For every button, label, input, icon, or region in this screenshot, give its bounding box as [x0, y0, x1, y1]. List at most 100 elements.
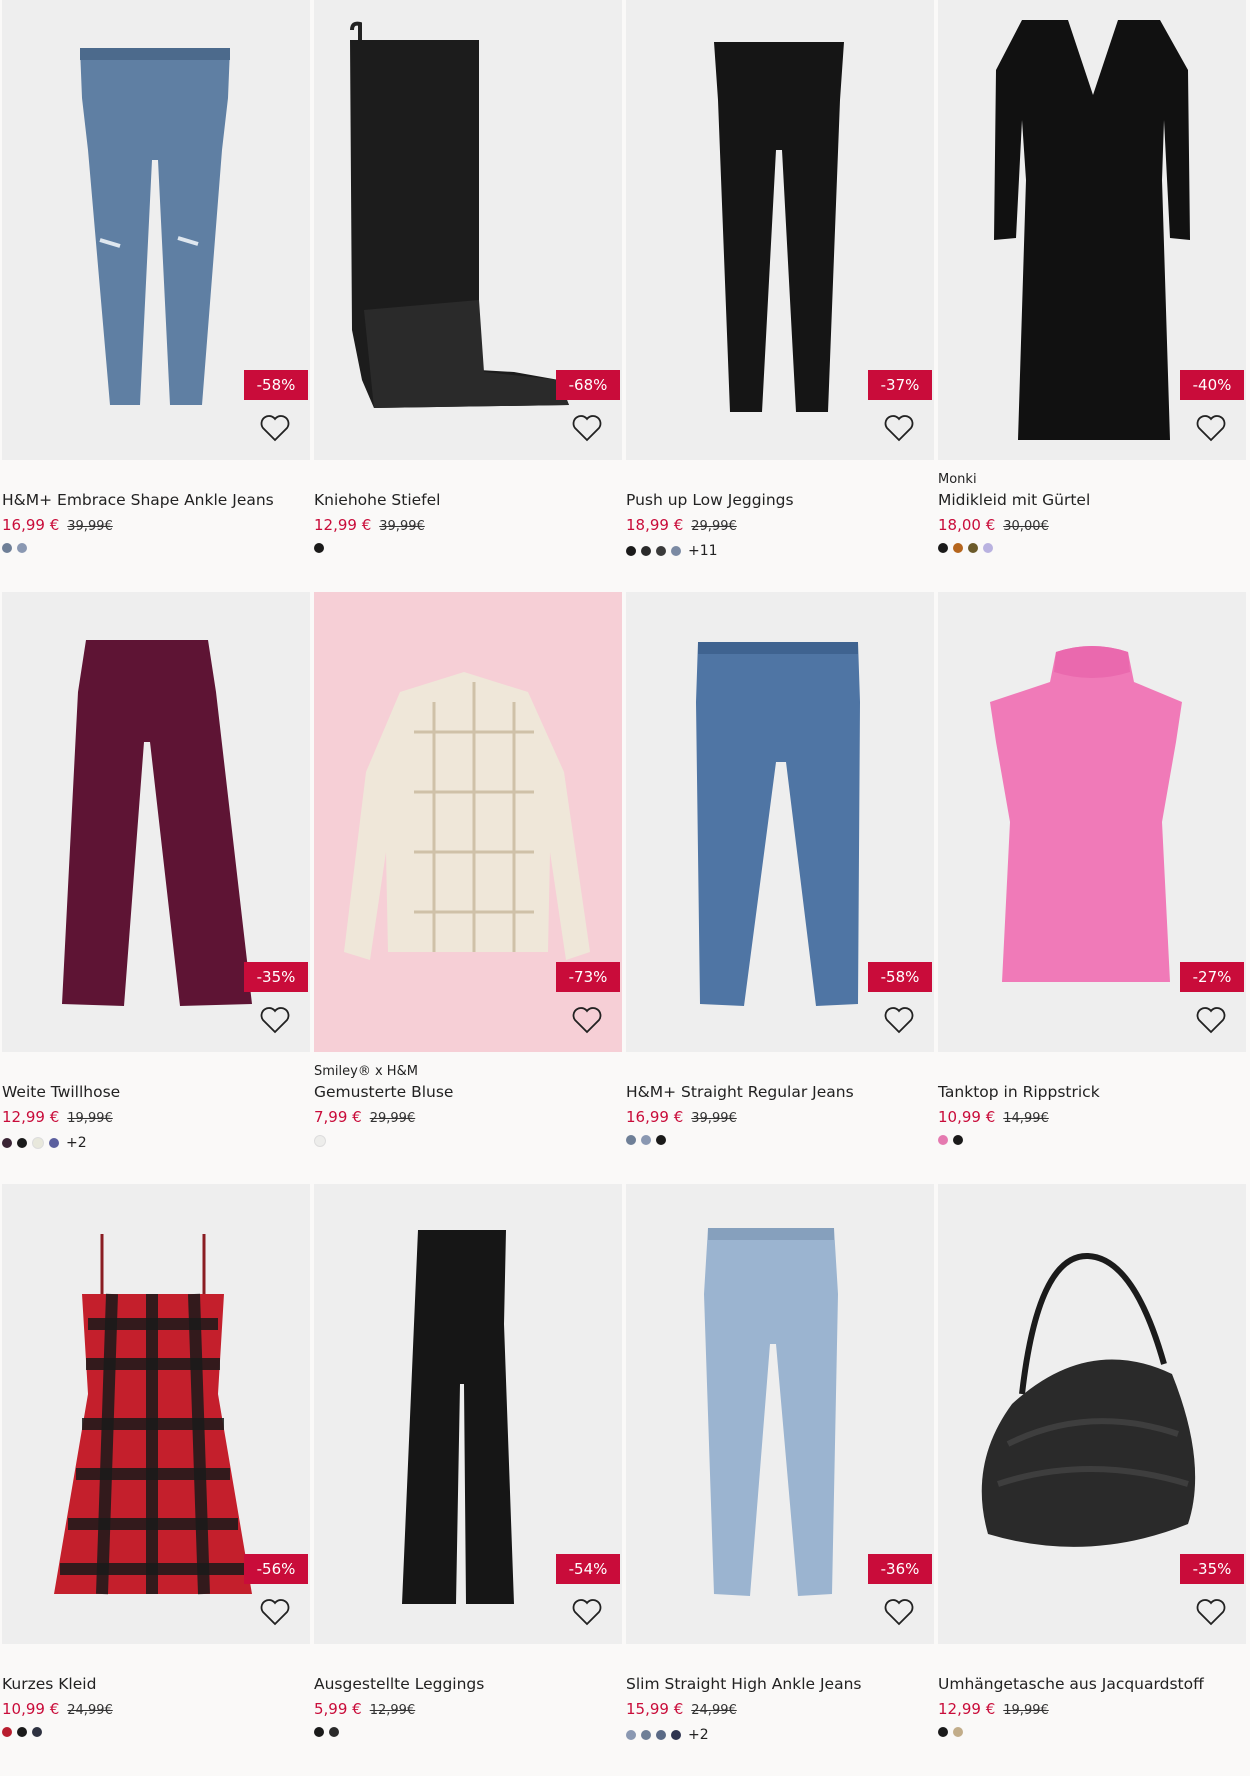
favorite-heart-icon[interactable]	[572, 414, 602, 442]
product-card[interactable]: -35% Umhängetasche aus Jacquardstoff 12,…	[938, 1184, 1246, 1776]
product-card[interactable]: -54% Ausgestellte Leggings 5,99 € 12,99€	[314, 1184, 622, 1776]
favorite-heart-icon[interactable]	[572, 1006, 602, 1034]
color-swatch[interactable]	[983, 543, 993, 553]
product-card[interactable]: -73% Smiley® x H&M Gemusterte Bluse 7,99…	[314, 592, 622, 1184]
favorite-heart-icon[interactable]	[884, 414, 914, 442]
product-title[interactable]: Weite Twillhose	[2, 1083, 120, 1101]
color-swatch[interactable]	[626, 1730, 636, 1740]
color-swatch[interactable]	[314, 1135, 326, 1147]
product-info: Kurzes Kleid 10,99 € 24,99€	[2, 1644, 310, 1776]
product-card[interactable]: -58% H&M+ Embrace Shape Ankle Jeans 16,9…	[2, 0, 310, 592]
color-swatch[interactable]	[49, 1138, 59, 1148]
price-row: 5,99 € 12,99€	[314, 1700, 415, 1718]
color-swatch[interactable]	[2, 1138, 12, 1148]
favorite-heart-icon[interactable]	[572, 1598, 602, 1626]
discount-badge: -54%	[556, 1554, 620, 1584]
product-image[interactable]: -37%	[626, 0, 934, 460]
color-swatch[interactable]	[938, 1727, 948, 1737]
product-image[interactable]: -40%	[938, 0, 1246, 460]
color-swatch[interactable]	[17, 1727, 27, 1737]
color-swatch[interactable]	[626, 1135, 636, 1145]
product-card[interactable]: -58% H&M+ Straight Regular Jeans 16,99 €…	[626, 592, 934, 1184]
product-image[interactable]: -58%	[626, 592, 934, 1052]
more-colors-count[interactable]: +2	[688, 1727, 709, 1743]
color-swatch[interactable]	[17, 543, 27, 553]
sale-price: 10,99 €	[2, 1700, 60, 1718]
product-image[interactable]: -73%	[314, 592, 622, 1052]
favorite-heart-icon[interactable]	[1196, 414, 1226, 442]
product-card[interactable]: -35% Weite Twillhose 12,99 € 19,99€ +2	[2, 592, 310, 1184]
color-swatch[interactable]	[671, 1730, 681, 1740]
product-title[interactable]: Push up Low Jeggings	[626, 491, 794, 509]
product-grid: -58% H&M+ Embrace Shape Ankle Jeans 16,9…	[0, 0, 1250, 1773]
color-swatch[interactable]	[938, 1135, 948, 1145]
product-image[interactable]: -27%	[938, 592, 1246, 1052]
more-colors-count[interactable]: +11	[688, 543, 718, 559]
product-image[interactable]: -36%	[626, 1184, 934, 1644]
favorite-heart-icon[interactable]	[1196, 1006, 1226, 1034]
color-swatch[interactable]	[2, 1727, 12, 1737]
price-row: 16,99 € 39,99€	[626, 1108, 737, 1126]
color-swatch[interactable]	[17, 1138, 27, 1148]
color-swatch[interactable]	[641, 546, 651, 556]
product-image[interactable]: -68%	[314, 0, 622, 460]
price-row: 16,99 € 39,99€	[2, 516, 113, 534]
product-card[interactable]: -68% Kniehohe Stiefel 12,99 € 39,99€	[314, 0, 622, 592]
product-title[interactable]: Kurzes Kleid	[2, 1675, 96, 1693]
product-info: Kniehohe Stiefel 12,99 € 39,99€	[314, 460, 622, 592]
color-swatch[interactable]	[671, 546, 681, 556]
product-title[interactable]: H&M+ Embrace Shape Ankle Jeans	[2, 491, 274, 509]
product-image[interactable]: -35%	[2, 592, 310, 1052]
sale-price: 16,99 €	[2, 516, 60, 534]
favorite-heart-icon[interactable]	[884, 1598, 914, 1626]
color-swatch[interactable]	[968, 543, 978, 553]
color-swatch[interactable]	[329, 1727, 339, 1737]
color-swatch[interactable]	[656, 546, 666, 556]
favorite-heart-icon[interactable]	[1196, 1598, 1226, 1626]
favorite-heart-icon[interactable]	[884, 1006, 914, 1034]
product-title[interactable]: Tanktop in Rippstrick	[938, 1083, 1100, 1101]
product-card[interactable]: -27% Tanktop in Rippstrick 10,99 € 14,99€	[938, 592, 1246, 1184]
color-swatch[interactable]	[2, 543, 12, 553]
product-image[interactable]: -58%	[2, 0, 310, 460]
favorite-heart-icon[interactable]	[260, 414, 290, 442]
more-colors-count[interactable]: +2	[66, 1135, 87, 1151]
color-swatch[interactable]	[641, 1135, 651, 1145]
favorite-heart-icon[interactable]	[260, 1598, 290, 1626]
product-card[interactable]: -36% Slim Straight High Ankle Jeans 15,9…	[626, 1184, 934, 1776]
discount-badge: -68%	[556, 370, 620, 400]
discount-badge: -40%	[1180, 370, 1244, 400]
color-swatch[interactable]	[314, 543, 324, 553]
product-title[interactable]: Gemusterte Bluse	[314, 1083, 453, 1101]
product-card[interactable]: -56% Kurzes Kleid 10,99 € 24,99€	[2, 1184, 310, 1776]
color-swatch[interactable]	[953, 543, 963, 553]
color-swatches	[938, 543, 993, 553]
product-title[interactable]: Umhängetasche aus Jacquardstoff	[938, 1675, 1204, 1693]
color-swatch[interactable]	[953, 1727, 963, 1737]
color-swatch[interactable]	[953, 1135, 963, 1145]
color-swatches	[2, 543, 27, 553]
product-title[interactable]: Midikleid mit Gürtel	[938, 491, 1090, 509]
product-title[interactable]: H&M+ Straight Regular Jeans	[626, 1083, 854, 1101]
color-swatch[interactable]	[32, 1137, 44, 1149]
product-image[interactable]: -56%	[2, 1184, 310, 1644]
price-row: 12,99 € 19,99€	[938, 1700, 1049, 1718]
color-swatch[interactable]	[626, 546, 636, 556]
color-swatch[interactable]	[314, 1727, 324, 1737]
sale-price: 12,99 €	[314, 516, 372, 534]
product-image[interactable]: -54%	[314, 1184, 622, 1644]
favorite-heart-icon[interactable]	[260, 1006, 290, 1034]
product-card[interactable]: -37% Push up Low Jeggings 18,99 € 29,99€ …	[626, 0, 934, 592]
product-title[interactable]: Ausgestellte Leggings	[314, 1675, 484, 1693]
color-swatch[interactable]	[32, 1727, 42, 1737]
product-title[interactable]: Slim Straight High Ankle Jeans	[626, 1675, 861, 1693]
color-swatch[interactable]	[656, 1730, 666, 1740]
original-price: 19,99€	[67, 1111, 113, 1126]
color-swatch[interactable]	[938, 543, 948, 553]
color-swatch[interactable]	[656, 1135, 666, 1145]
product-title[interactable]: Kniehohe Stiefel	[314, 491, 440, 509]
product-image[interactable]: -35%	[938, 1184, 1246, 1644]
color-swatch[interactable]	[641, 1730, 651, 1740]
original-price: 29,99€	[369, 1111, 416, 1126]
product-card[interactable]: -40% Monki Midikleid mit Gürtel 18,00 € 3…	[938, 0, 1246, 592]
